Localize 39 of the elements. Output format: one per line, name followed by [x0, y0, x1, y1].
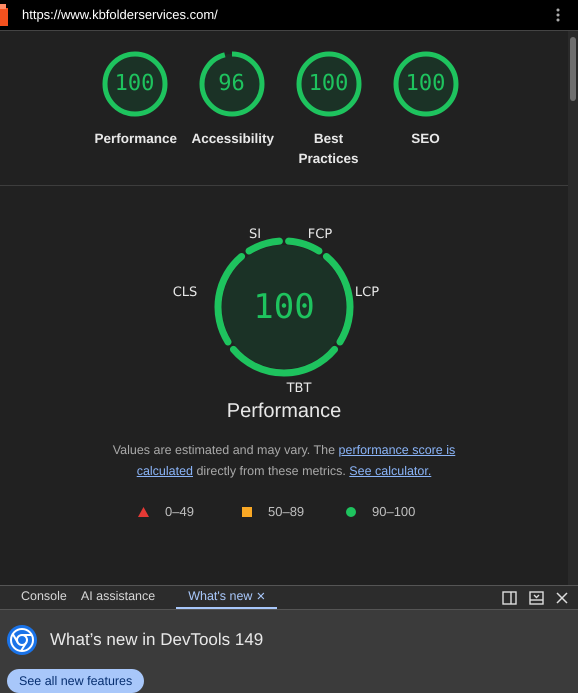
see-features-button[interactable]: See all new features: [7, 669, 144, 693]
dock-side-icon[interactable]: [502, 590, 517, 604]
score: 96: [218, 71, 245, 97]
score-ring: [102, 51, 168, 117]
link[interactable]: calculated: [136, 464, 193, 478]
legend-range: 90–100: [372, 503, 416, 521]
score-note: Values are estimated and may vary. The performance score is calculated directly from these metrics. See calculator.: [112, 442, 456, 480]
link[interactable]: See calculator.: [349, 464, 432, 478]
score-ring: [296, 51, 362, 117]
devtools-heading: What’s new in DevTools 149: [50, 629, 264, 652]
close-icon[interactable]: [556, 592, 568, 604]
devtools-tab[interactable]: AI assistance: [76, 586, 160, 609]
score-ring: [392, 51, 458, 117]
category-label[interactable]: Best Practices: [288, 129, 368, 169]
metric-label: LCP: [354, 284, 380, 302]
score: 100: [406, 71, 446, 97]
devtools-tab[interactable]: Console: [16, 586, 72, 609]
close-tab-icon[interactable]: ×: [256, 589, 266, 604]
devtools-tab[interactable]: What's new ×: [176, 586, 278, 609]
score: 100: [308, 71, 348, 97]
metric-label: FCP: [308, 226, 332, 244]
category-label[interactable]: SEO: [386, 129, 466, 149]
page-url[interactable]: https://www.kbfolderservices.com/: [22, 5, 218, 25]
gauge-title: Performance: [226, 399, 342, 423]
more-icon[interactable]: [556, 8, 560, 22]
category-label[interactable]: Performance: [94, 129, 174, 149]
dock-bottom-icon[interactable]: [529, 590, 544, 604]
metric-label: SI: [248, 226, 262, 244]
category-label[interactable]: Accessibility: [192, 129, 272, 149]
metric-label: CLS: [172, 284, 198, 302]
chrome-icon: [6, 624, 38, 656]
score-ring: [198, 51, 264, 117]
score: 100: [114, 71, 154, 97]
link[interactable]: performance score is: [338, 443, 456, 457]
metric-label: TBT: [286, 380, 312, 398]
legend-range: 0–49: [165, 503, 194, 521]
score: 100: [253, 286, 315, 329]
scrollbar[interactable]: [568, 31, 578, 585]
legend-range: 50–89: [268, 503, 304, 521]
